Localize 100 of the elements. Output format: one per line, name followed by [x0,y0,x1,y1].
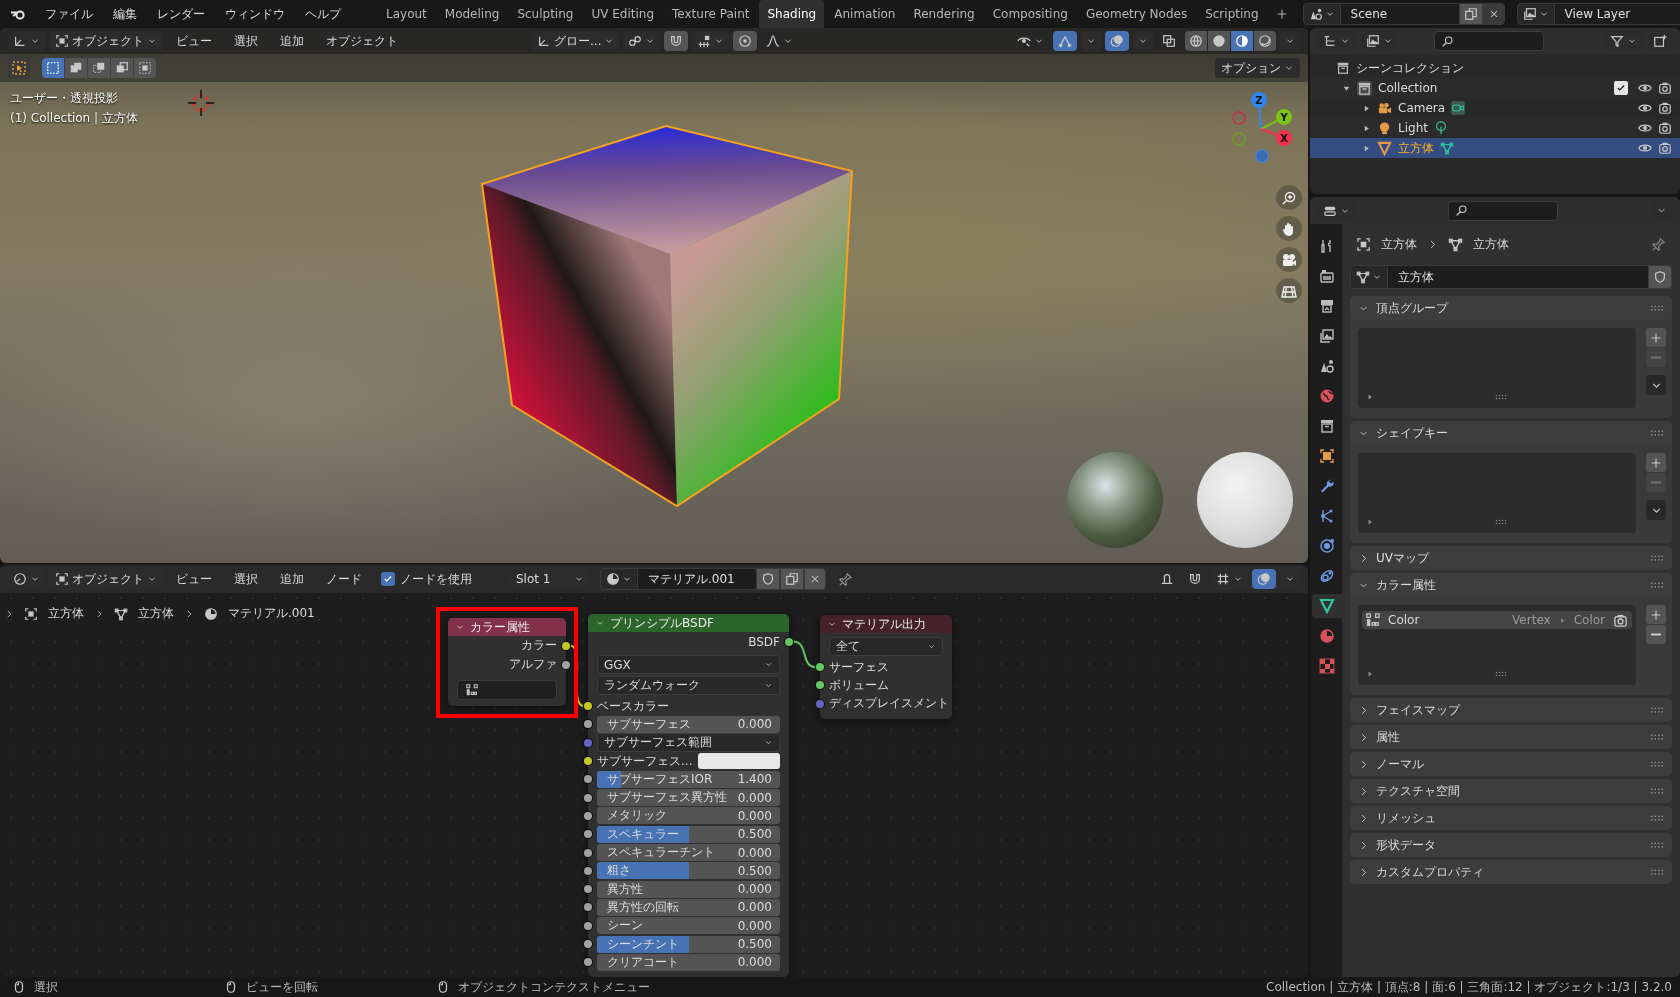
value-slider[interactable]: クリアコート 0.000 [597,953,780,971]
panel-title: 頂点グループ [1376,299,1448,317]
workspace-tab[interactable]: Compositing [984,0,1076,28]
breadcrumb-item: マテリアル.001 [228,605,315,622]
socket-label: カラー [521,637,557,654]
mode-dropdown[interactable]: オブジェクト [49,31,163,51]
outliner-row[interactable]: 立方体 [1310,138,1680,158]
socket-label: アルファ [509,656,557,673]
input-dropdown[interactable]: サブサーフェス範囲 [597,733,780,753]
scene-name-field[interactable]: Scene [1340,3,1459,25]
socket-label: ディスプレイスメント [829,695,949,713]
panel-title: カスタムプロパティ [1376,863,1484,881]
node-dropdown[interactable]: 全て [829,637,943,656]
view-name: ユーザー・透視投影 [10,90,119,107]
value-slider[interactable]: シーンチント 0.500 [597,935,780,953]
menu-item[interactable]: 選択 [225,29,267,53]
workspace-tab[interactable]: Texture Paint [664,0,758,28]
workspace-tab[interactable]: Modeling [436,0,508,28]
panel-header[interactable]: フェイスマップ [1350,698,1672,722]
socket-label: サブサーフェス... [597,752,693,770]
workspace-tab[interactable]: Animation [826,0,904,28]
panel-title: 属性 [1376,728,1400,746]
breadcrumb-item: 立方体 [48,605,84,622]
panel-header[interactable]: テクスチャ空間 [1350,779,1672,803]
panel-title: シェイプキー [1376,424,1448,442]
item-type: Color [1573,613,1605,627]
use-nodes-checkbox[interactable]: ノードを使用 [381,570,472,588]
transform-orientation-dropdown[interactable]: グロー... [532,31,620,51]
workspace-tab[interactable]: UV Editing [583,0,663,28]
material-name-field[interactable]: マテリアル.001 [638,568,756,590]
socket-label: BSDF [748,634,780,649]
viewport-background[interactable]: オブジェクト ビュー 選択 追加 オブジェクト グロー... オプション ユーザー・透視投影 (1) Collection | 立方体 Z Y X [0,28,1308,563]
menu-item[interactable]: 追加 [271,29,313,53]
node-header[interactable]: プリンシプルBSDF [588,614,789,632]
value-slider[interactable]: サブサーフェス 0.000 [597,715,780,733]
panel-header[interactable]: 属性 [1350,725,1672,749]
menu-item[interactable]: レンダー [148,2,214,26]
outliner-item-label[interactable]: 立方体 [1398,139,1434,157]
outliner-row[interactable]: Camera [1310,98,1680,118]
node-dropdown[interactable]: GGX [597,655,780,674]
value-slider[interactable]: 粗さ 0.500 [597,862,780,880]
workspace-tab[interactable]: Scripting [1197,0,1267,28]
menu-item[interactable]: 選択 [225,567,267,591]
menu-item[interactable]: ビュー [167,29,221,53]
status-hint: 選択 [34,978,58,996]
value-slider[interactable]: メタリック 0.000 [597,807,780,825]
workspace-tab[interactable]: Layout [378,0,435,28]
mesh-name-field[interactable]: 立方体 [1388,265,1648,289]
axis-handle[interactable]: Z [1251,92,1267,108]
list-item[interactable]: Color Vertex Color [1362,611,1632,629]
outliner-item-label[interactable]: Camera [1398,101,1446,115]
panel-header[interactable]: ノーマル [1350,752,1672,776]
node-dropdown[interactable]: ランダムウォーク [597,676,780,695]
status-hint: ビューを回転 [246,978,318,996]
panel-title: リメッシュ [1376,809,1436,827]
scene-statistics: Collection | 立方体 | 頂点:8 | 面:6 | 三角面:12 | オブジェクト:1/3 | 3.2.0 [1266,978,1672,996]
options-dropdown[interactable]: オプション [1215,58,1300,78]
panel-title: UVマップ [1376,549,1429,567]
breadcrumb-item: 立方体 [1473,235,1509,253]
menu-item[interactable]: ノード [317,567,371,591]
menu-item[interactable]: 編集 [104,2,146,26]
value-slider[interactable]: スペキュラー 0.500 [597,825,780,843]
panel-header[interactable]: UVマップ [1350,546,1672,570]
workspace-tab[interactable]: Sculpting [509,0,582,28]
panel-title: カラー属性 [1376,576,1436,594]
outliner-item-label[interactable]: シーンコレクション [1356,59,1464,77]
breadcrumb-item: 立方体 [138,605,174,622]
node-header[interactable]: カラー属性 [448,618,566,636]
value-slider[interactable]: スペキュラーチント 0.000 [597,844,780,861]
panel-header[interactable]: リメッシュ [1350,806,1672,830]
value-slider[interactable]: 異方性の回転 0.000 [597,898,780,916]
socket-label: サーフェス [829,658,889,676]
socket-label: ベースカラー [597,697,669,715]
workspace-tab[interactable]: Rendering [905,0,983,28]
menu-item[interactable]: ウィンドウ [216,2,294,26]
menu-item[interactable]: ビュー [167,567,221,591]
value-slider[interactable]: シーン 0.000 [597,917,780,935]
panel-header[interactable]: 形状データ [1350,833,1672,857]
item-domain: Vertex [1512,613,1551,627]
menu-item[interactable]: 追加 [271,567,313,591]
axis-handle[interactable]: X [1276,130,1292,146]
view-layer-name-field[interactable]: View Layer [1554,3,1680,25]
item-name: Color [1388,613,1420,627]
outliner-item-label[interactable]: Collection [1378,81,1438,95]
panel-title: ノーマル [1376,755,1424,773]
value-slider[interactable]: 異方性 0.000 [597,880,780,898]
outliner-item-label[interactable]: Light [1398,121,1428,135]
menu-item[interactable]: オブジェクト [317,29,407,53]
panel-title: 形状データ [1376,836,1436,854]
axis-handle[interactable]: Y [1276,109,1292,125]
node-title: プリンシプルBSDF [610,614,714,632]
value-slider[interactable]: サブサーフェス異方性 0.000 [597,789,780,807]
menu-item[interactable]: ファイル [36,2,102,26]
workspace-tab[interactable]: Shading [759,0,825,28]
workspace-tab[interactable]: Geometry Nodes [1077,0,1196,28]
node-header[interactable]: マテリアル出力 [820,615,952,633]
panel-header[interactable]: カスタムプロパティ [1350,860,1672,884]
menu-item[interactable]: ヘルプ [296,2,350,26]
panel-title: テクスチャ空間 [1376,782,1460,800]
socket-label: ボリューム [829,676,889,694]
